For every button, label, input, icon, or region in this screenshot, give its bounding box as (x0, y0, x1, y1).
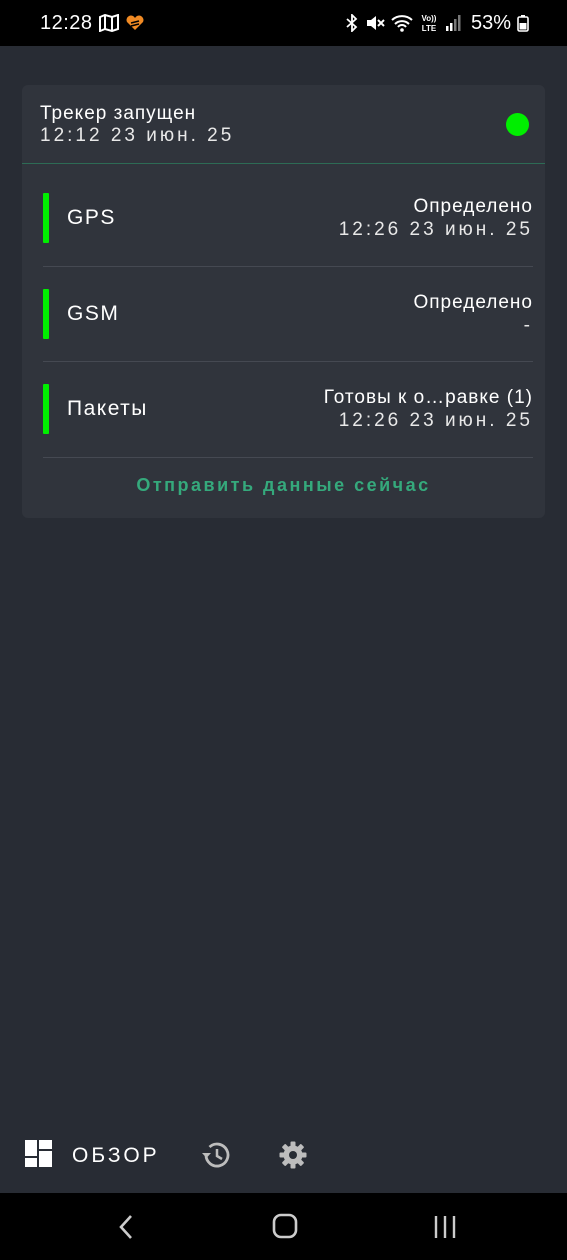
home-icon (272, 1213, 298, 1245)
dashboard-icon (25, 1140, 52, 1172)
bluetooth-icon (345, 14, 359, 32)
row-gsm: GSM Определено - (43, 266, 533, 361)
nav-overview-label: ОБЗОР (72, 1144, 160, 1167)
signal-icon (445, 15, 461, 31)
packets-status-bar (43, 383, 49, 434)
gsm-status: Определено (413, 291, 533, 313)
packets-status: Готовы к о…равке (1) (323, 386, 533, 408)
system-navigation-bar (0, 1193, 567, 1260)
send-now-button[interactable]: Отправить данные сейчас (22, 475, 545, 496)
packets-time: 12:26 23 июн. 25 (338, 409, 533, 431)
mute-icon (365, 14, 385, 32)
map-icon (98, 14, 119, 32)
gsm-status-bar (43, 288, 49, 339)
back-icon (116, 1215, 136, 1245)
app-notification-icon (125, 15, 145, 31)
volte-icon: Vo)) LTE (419, 13, 439, 33)
settings-icon (278, 1141, 308, 1174)
bottom-nav: ОБЗОР (0, 1125, 567, 1193)
row-gps: GPS Определено 12:26 23 июн. 25 (43, 170, 533, 265)
home-button[interactable] (272, 1211, 298, 1246)
recent-apps-button[interactable] (432, 1214, 458, 1245)
battery-icon (517, 14, 529, 32)
wifi-icon (391, 14, 413, 32)
svg-text:LTE: LTE (422, 24, 437, 33)
packets-label: Пакеты (67, 396, 148, 420)
nav-history-tab[interactable] (200, 1140, 232, 1175)
svg-text:Vo)): Vo)) (421, 14, 436, 23)
battery-percent: 53% (470, 11, 511, 34)
history-icon (200, 1142, 232, 1174)
nav-settings-tab[interactable] (278, 1140, 308, 1175)
gps-status-bar (43, 192, 49, 243)
tracker-card: Трекер запущен 12:12 23 июн. 25 GPS Опре… (22, 85, 545, 518)
tracker-status-indicator (506, 113, 529, 136)
tracker-title: Трекер запущен (40, 103, 197, 124)
back-button[interactable] (116, 1213, 136, 1246)
row-packets: Пакеты Готовы к о…равке (1) 12:26 23 июн… (43, 361, 533, 456)
nav-overview-tab[interactable]: ОБЗОР (25, 1140, 160, 1172)
gps-time: 12:26 23 июн. 25 (338, 218, 533, 240)
gps-status: Определено (413, 195, 533, 217)
divider (43, 457, 533, 458)
status-time: 12:28 (40, 11, 93, 34)
gps-label: GPS (67, 205, 116, 229)
tracker-header: Трекер запущен 12:12 23 июн. 25 (22, 85, 545, 164)
gsm-time: - (523, 314, 533, 336)
tracker-start-time: 12:12 23 июн. 25 (40, 125, 235, 146)
gsm-label: GSM (67, 301, 120, 325)
status-bar: 12:28 Vo)) LTE 53% (0, 0, 567, 46)
recent-apps-icon (432, 1216, 458, 1244)
